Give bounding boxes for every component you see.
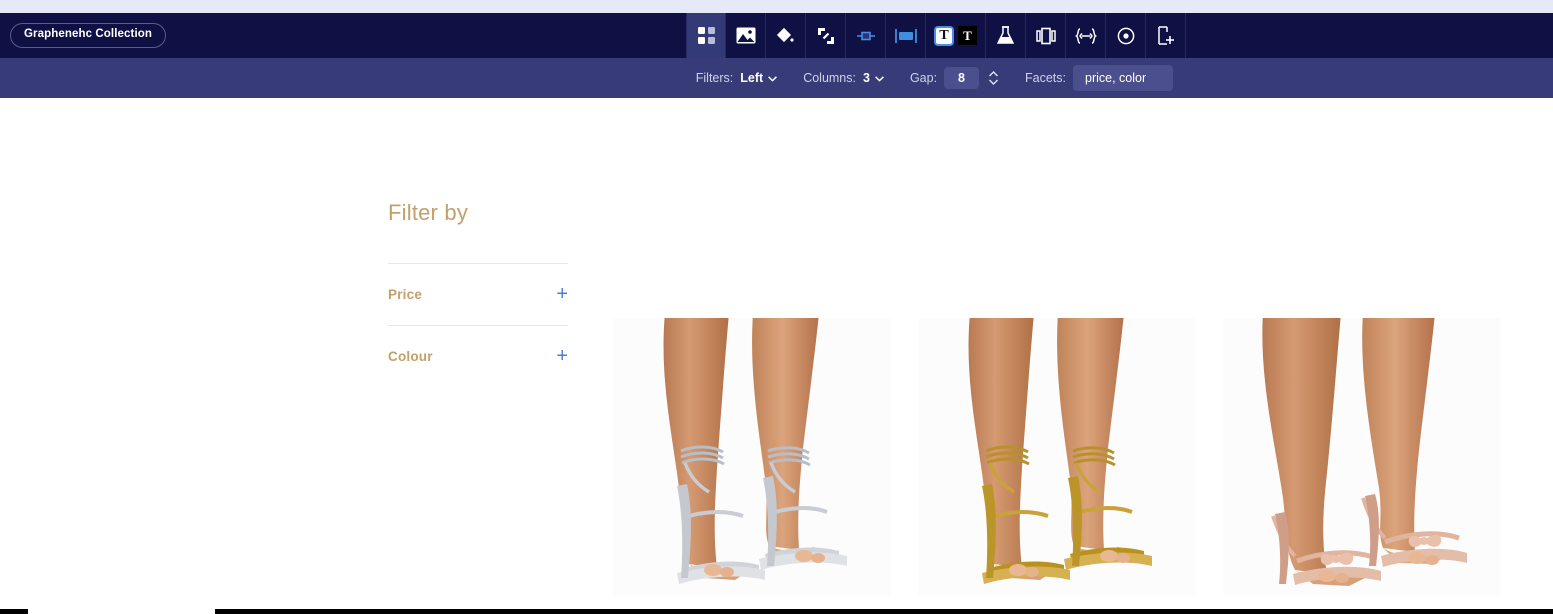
gap-setting[interactable]: Gap: 8 [909,66,999,90]
page-canvas: Filter by Price + Colour + [0,98,1553,614]
plus-icon[interactable]: + [556,346,568,366]
facets-label: Facets: [1025,71,1066,85]
columns-label: Columns: [803,71,856,85]
filters-label: Filters: [695,71,734,85]
facets-setting[interactable]: Facets: price, color [1025,64,1173,92]
product-card[interactable]: Katie Bow Detail Thong Strap Square Toe … [1223,318,1501,614]
silver-heels-photo[interactable] [613,318,891,596]
product-grid: Scape Lace Up Double Strap Platform Stil… [613,318,1501,614]
product-card[interactable]: Scape Lace Up Double Strap Platform Stil… [918,318,1196,614]
columns-setting[interactable]: Columns: 3 [803,71,884,85]
editor-toolbar: Graphenehc Collection T T [0,13,1553,58]
product-card[interactable]: Scape Lace Up Double Strap Platform Stil… [613,318,891,614]
plus-icon[interactable]: + [556,284,568,304]
flask-icon [997,26,1014,45]
filter-by-heading: Filter by [388,200,469,225]
horizontal-scrollbar[interactable] [215,609,1553,614]
gold-heels-photo[interactable] [918,318,1196,596]
add-page-icon [1157,26,1175,45]
grid-icon [697,27,715,44]
button-icon [894,28,917,44]
target-icon [1117,27,1135,45]
gap-stepper[interactable] [988,70,999,86]
scrollbar-left-stub[interactable] [0,609,28,614]
columns-value[interactable]: 3 [863,71,870,85]
target-icon-button[interactable] [1106,13,1146,58]
fill-icon-button[interactable] [766,13,806,58]
grid-icon-button[interactable] [686,13,726,58]
top-strip [0,0,1553,13]
spacing-icon-button[interactable] [1066,13,1106,58]
spacing-icon [1074,27,1097,44]
button-icon-button[interactable] [886,13,926,58]
filter-row-price[interactable]: Price + [388,263,568,325]
carousel-icon-button[interactable] [1026,13,1066,58]
filter-label-colour: Colour [388,348,433,364]
fill-icon [776,27,796,45]
resize-icon-button[interactable] [806,13,846,58]
divider-icon [856,27,876,45]
filters-setting[interactable]: Filters: Left [695,71,778,85]
filters-value[interactable]: Left [740,71,763,85]
add-page-icon-button[interactable] [1146,13,1186,58]
text-tools-button[interactable]: T T [926,13,986,58]
tool-button-group: T T [686,13,1186,58]
filter-sidebar: Filter by Price + Colour + [388,200,568,387]
settings-bar: Filters: Left Columns: 3 Gap: 8 Facets: … [0,58,1553,98]
carousel-icon [1035,27,1056,45]
text-box-icon[interactable]: T [934,25,954,46]
gap-input[interactable]: 8 [944,66,979,90]
filter-label-price: Price [388,286,423,302]
flask-icon-button[interactable] [986,13,1026,58]
image-icon [736,27,756,44]
text-style-icon[interactable]: T [958,26,977,45]
facets-input[interactable]: price, color [1073,64,1173,92]
image-icon-button[interactable] [726,13,766,58]
collection-pill[interactable]: Graphenehc Collection [10,23,166,48]
filter-row-colour[interactable]: Colour + [388,325,568,387]
gap-label: Gap: [909,71,938,85]
resize-icon [817,27,835,45]
chevron-down-icon[interactable] [768,71,778,85]
chevron-down-icon[interactable] [875,71,884,85]
nude-heels-photo[interactable] [1223,318,1501,596]
divider-icon-button[interactable] [846,13,886,58]
